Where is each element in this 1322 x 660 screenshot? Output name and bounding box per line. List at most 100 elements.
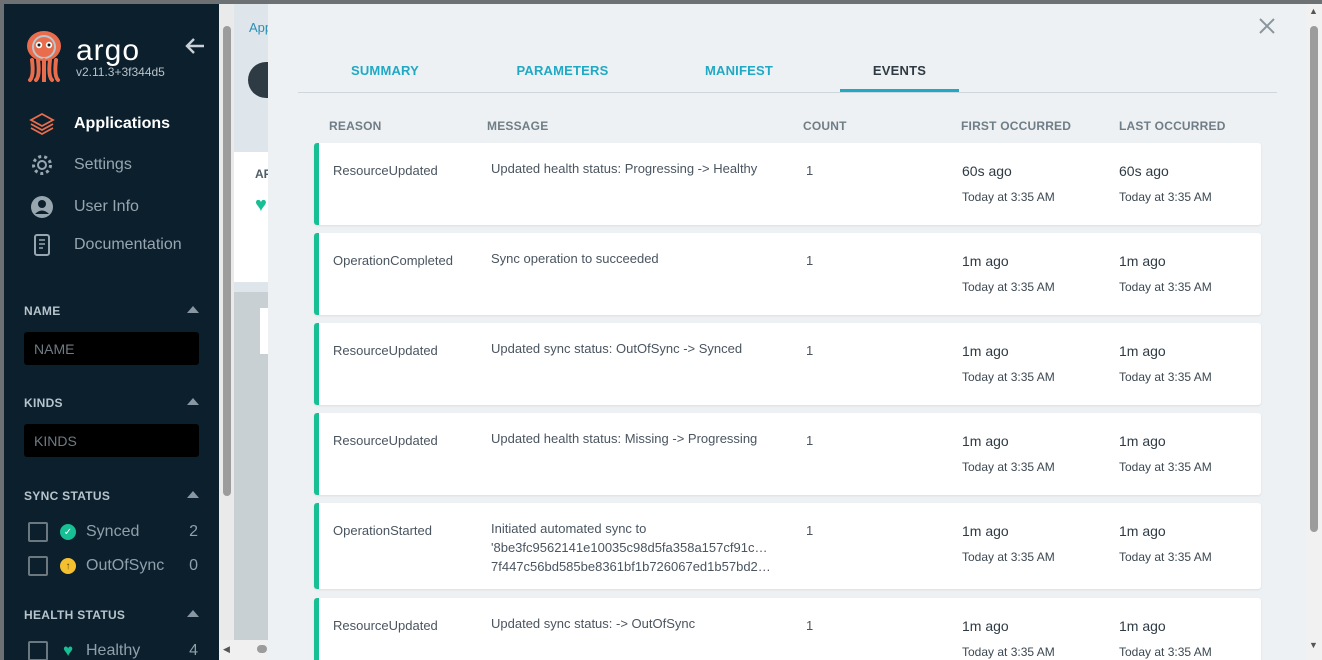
layers-icon <box>28 110 56 138</box>
tab-parameters[interactable]: PARAMETERS <box>472 55 653 92</box>
event-first-absolute: Today at 3:35 AM <box>962 460 1055 474</box>
checkbox[interactable] <box>28 641 48 660</box>
collapse-caret-icon[interactable] <box>187 306 199 313</box>
scroll-left-icon[interactable]: ◀ <box>223 644 230 655</box>
scroll-down-icon[interactable]: ▼ <box>1309 640 1318 650</box>
filter-name-title: NAME <box>24 304 61 318</box>
panel-scrollbar-thumb[interactable] <box>1310 26 1318 532</box>
column-header-message: MESSAGE <box>487 119 549 133</box>
event-count: 1 <box>806 433 814 448</box>
collapse-caret-icon[interactable] <box>187 610 199 617</box>
event-last-absolute: Today at 3:35 AM <box>1119 190 1212 204</box>
filter-count: 4 <box>189 642 198 659</box>
event-first-relative: 1m ago <box>962 523 1009 539</box>
event-first-relative: 1m ago <box>962 343 1009 359</box>
event-first-relative: 60s ago <box>962 163 1012 179</box>
gear-icon <box>28 151 56 179</box>
event-last-relative: 1m ago <box>1119 618 1166 634</box>
filter-count: 2 <box>189 523 198 540</box>
column-header-last-occurred: LAST OCCURRED <box>1119 119 1226 133</box>
nav-label: Documentation <box>74 236 182 253</box>
event-first-relative: 1m ago <box>962 433 1009 449</box>
collapse-sidebar-icon[interactable] <box>184 36 206 56</box>
event-count: 1 <box>806 253 814 268</box>
event-last-relative: 1m ago <box>1119 253 1166 269</box>
nav-documentation[interactable]: Documentation <box>28 231 182 259</box>
checkbox[interactable] <box>28 556 48 576</box>
tab-events[interactable]: EVENTS <box>840 55 959 92</box>
event-count: 1 <box>806 163 814 178</box>
nav-applications[interactable]: Applications <box>28 110 170 138</box>
event-row[interactable]: ResourceUpdated Updated health status: Pr… <box>314 143 1261 225</box>
event-first-relative: 1m ago <box>962 618 1009 634</box>
event-count: 1 <box>806 343 814 358</box>
event-reason: OperationStarted <box>333 523 433 538</box>
user-icon <box>28 193 56 221</box>
collapse-caret-icon[interactable] <box>187 398 199 405</box>
tab-summary[interactable]: SUMMARY <box>298 55 472 92</box>
event-message-line: Updated health status: Progressing -> He… <box>491 161 758 176</box>
event-message-line: 7f447c56bd585be8361bf1b726067ed1b57bd2… <box>491 559 771 574</box>
event-message-line: '8be3fc9562141e10035c98d5fa358a157cf91c… <box>491 540 768 555</box>
filter-count: 0 <box>189 557 198 574</box>
heart-icon: ♥ <box>255 194 267 216</box>
event-count: 1 <box>806 618 814 633</box>
event-last-absolute: Today at 3:35 AM <box>1119 460 1212 474</box>
horizontal-scrollbar-thumb[interactable] <box>257 645 267 653</box>
panel-scrollbar[interactable]: ▲ ▼ <box>1306 4 1322 660</box>
event-reason: OperationCompleted <box>333 253 453 268</box>
check-circle-icon: ✓ <box>60 524 76 540</box>
event-first-absolute: Today at 3:35 AM <box>962 550 1055 564</box>
event-message-line: Updated sync status: OutOfSync -> Synced <box>491 341 743 356</box>
name-filter-input[interactable] <box>24 332 199 365</box>
brand-name: argo <box>76 34 141 67</box>
event-first-relative: 1m ago <box>962 253 1009 269</box>
book-icon <box>28 231 56 259</box>
version-label: v2.11.3+3f344d5 <box>76 65 165 79</box>
filter-label: Healthy <box>86 642 141 659</box>
main-scrollbar[interactable] <box>219 4 234 660</box>
event-reason: ResourceUpdated <box>333 163 438 178</box>
nav-label: Settings <box>74 156 132 173</box>
event-last-relative: 60s ago <box>1119 163 1169 179</box>
arrow-up-circle-icon: ↑ <box>60 558 76 574</box>
heart-icon: ♥ <box>62 641 74 660</box>
event-first-absolute: Today at 3:35 AM <box>962 370 1055 384</box>
event-last-relative: 1m ago <box>1119 433 1166 449</box>
event-row[interactable]: ResourceUpdated Updated sync status: OutO… <box>314 323 1261 405</box>
horizontal-scrollbar[interactable]: ◀ <box>219 640 268 660</box>
scroll-up-icon[interactable]: ▲ <box>1309 6 1318 16</box>
column-header-count: COUNT <box>803 119 847 133</box>
event-last-absolute: Today at 3:35 AM <box>1119 280 1212 294</box>
nav-user-info[interactable]: User Info <box>28 193 139 221</box>
column-header-first-occurred: FIRST OCCURRED <box>961 119 1072 133</box>
close-icon[interactable] <box>1258 17 1276 35</box>
nav-settings[interactable]: Settings <box>28 151 132 179</box>
event-last-relative: 1m ago <box>1119 343 1166 359</box>
column-header-reason: REASON <box>329 119 382 133</box>
main-scrollbar-thumb[interactable] <box>223 26 231 496</box>
event-reason: ResourceUpdated <box>333 343 438 358</box>
event-first-absolute: Today at 3:35 AM <box>962 190 1055 204</box>
event-first-absolute: Today at 3:35 AM <box>962 645 1055 659</box>
sync-filter-outofsync[interactable]: ↑ OutOfSync 0 <box>28 555 198 577</box>
argo-logo-icon <box>27 31 61 82</box>
event-row[interactable]: ResourceUpdated Updated sync status: -> O… <box>314 598 1261 660</box>
event-row[interactable]: OperationCompleted Sync operation to succ… <box>314 233 1261 315</box>
event-row[interactable]: ResourceUpdated Updated health status: Mi… <box>314 413 1261 495</box>
health-filter-healthy[interactable]: ♥ Healthy 4 <box>28 640 198 660</box>
event-message-line: Initiated automated sync to <box>491 521 647 536</box>
event-last-absolute: Today at 3:35 AM <box>1119 370 1212 384</box>
panel-tabs: SUMMARY PARAMETERS MANIFEST EVENTS <box>298 55 1277 93</box>
filter-label: OutOfSync <box>86 557 165 574</box>
kinds-filter-input[interactable] <box>24 424 199 457</box>
checkbox[interactable] <box>28 522 48 542</box>
filter-kinds-title: KINDS <box>24 396 63 410</box>
event-row[interactable]: OperationStarted Initiated automated sync… <box>314 503 1261 589</box>
event-message-line: Sync operation to succeeded <box>491 251 659 266</box>
collapse-caret-icon[interactable] <box>187 491 199 498</box>
sync-filter-synced[interactable]: ✓ Synced 2 <box>28 521 198 543</box>
tab-manifest[interactable]: MANIFEST <box>653 55 825 92</box>
filter-health-title: HEALTH STATUS <box>24 608 126 622</box>
event-last-relative: 1m ago <box>1119 523 1166 539</box>
